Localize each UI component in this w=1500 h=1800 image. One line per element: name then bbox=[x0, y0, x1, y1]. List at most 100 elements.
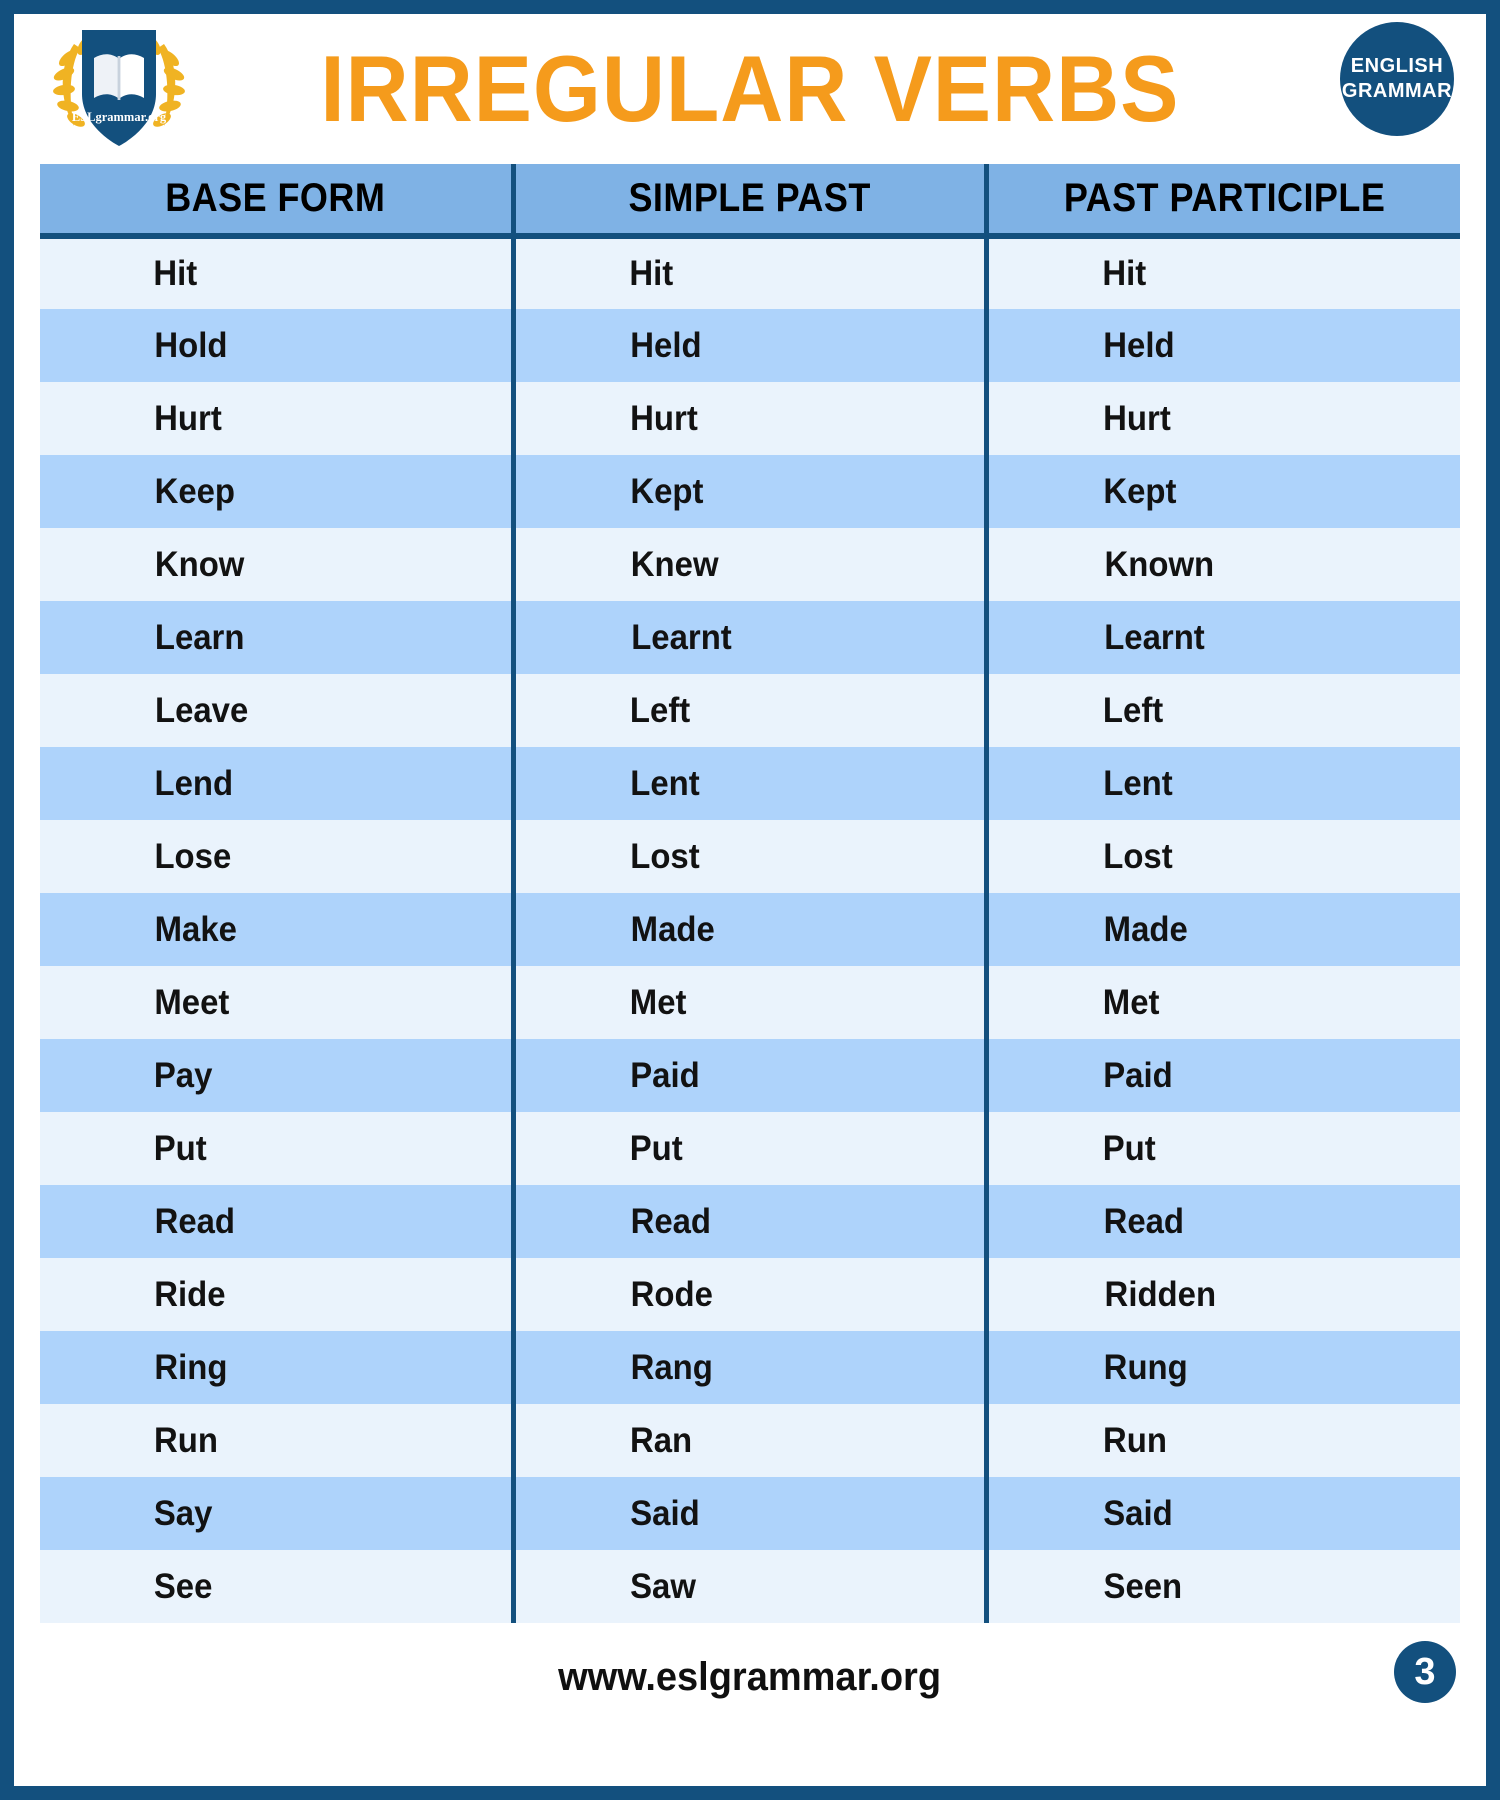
table-cell: Kept bbox=[510, 455, 987, 528]
table-cell: Hold bbox=[40, 309, 514, 382]
verb-text: Leave bbox=[154, 690, 249, 730]
table-row: Learn Learnt Learnt bbox=[40, 601, 1460, 674]
verb-text: Hit bbox=[153, 254, 198, 293]
table-cell: Ran bbox=[510, 1404, 987, 1477]
table-row: Pay Paid Paid bbox=[40, 1039, 1460, 1112]
verb-text: Learn bbox=[154, 617, 245, 657]
table-row: Read Read Read bbox=[40, 1185, 1460, 1258]
verb-text: Keep bbox=[154, 471, 236, 511]
table-cell: Ride bbox=[40, 1258, 514, 1331]
verb-text: Lent bbox=[630, 763, 700, 803]
table-cell: Learnt bbox=[510, 601, 987, 674]
table-cell: Know bbox=[40, 528, 514, 601]
table-cell: Ridden bbox=[984, 1258, 1460, 1331]
table-row: Hurt Hurt Hurt bbox=[40, 382, 1460, 455]
verb-text: Hit bbox=[629, 254, 674, 293]
table-cell: Meet bbox=[40, 966, 514, 1039]
table-cell: Saw bbox=[510, 1550, 987, 1623]
verb-text: Paid bbox=[630, 1055, 700, 1095]
verb-text: Hurt bbox=[629, 398, 698, 438]
table-cell: Read bbox=[510, 1185, 987, 1258]
verb-text: Known bbox=[1104, 544, 1215, 584]
table-cell: Known bbox=[984, 528, 1460, 601]
table-cell: Said bbox=[510, 1477, 987, 1550]
table-header: BASE FORM SIMPLE PAST PAST PARTICIPLE bbox=[40, 164, 1460, 239]
table-cell: Left bbox=[510, 674, 987, 747]
poster-inner: ESLgrammar.org IRREGULAR VERBS ENGLISH G… bbox=[14, 14, 1486, 1786]
column-header-simple-past: SIMPLE PAST bbox=[510, 164, 987, 239]
verb-text: Put bbox=[1102, 1128, 1156, 1168]
table-cell: Lend bbox=[40, 747, 514, 820]
table-cell: Hit bbox=[510, 236, 987, 309]
table-cell: Held bbox=[510, 309, 987, 382]
table-cell: Read bbox=[984, 1185, 1460, 1258]
table-cell: Seen bbox=[984, 1550, 1460, 1623]
verb-text: Seen bbox=[1103, 1566, 1183, 1606]
table-cell: Lent bbox=[510, 747, 987, 820]
table-header-row: BASE FORM SIMPLE PAST PAST PARTICIPLE bbox=[40, 164, 1460, 239]
table-cell: Keep bbox=[40, 455, 514, 528]
verb-text: Rode bbox=[630, 1274, 713, 1314]
verb-text: Said bbox=[1103, 1493, 1173, 1533]
verb-text: Rung bbox=[1103, 1347, 1188, 1387]
table-cell: Said bbox=[984, 1477, 1460, 1550]
table-cell: Lost bbox=[510, 820, 987, 893]
table-cell: See bbox=[40, 1550, 514, 1623]
table-row: See Saw Seen bbox=[40, 1550, 1460, 1623]
poster-footer: www.eslgrammar.org 3 bbox=[40, 1623, 1460, 1731]
table-cell: Rang bbox=[510, 1331, 987, 1404]
verb-text: Say bbox=[153, 1493, 213, 1533]
table-cell: Kept bbox=[984, 455, 1460, 528]
verb-text: Knew bbox=[630, 544, 719, 584]
verb-text: Read bbox=[1103, 1201, 1185, 1241]
verb-text: Read bbox=[630, 1201, 711, 1241]
verb-text: Learnt bbox=[1104, 617, 1205, 657]
verb-text: See bbox=[153, 1566, 213, 1606]
logo-svg: ESLgrammar.org bbox=[53, 30, 185, 146]
table-row: Ring Rang Rung bbox=[40, 1331, 1460, 1404]
verb-text: Left bbox=[629, 690, 691, 730]
footer-website-url[interactable]: www.eslgrammar.org bbox=[559, 1655, 942, 1700]
badge-line-2: GRAMMAR bbox=[1341, 80, 1453, 102]
table-cell: Hurt bbox=[510, 382, 987, 455]
table-row: Make Made Made bbox=[40, 893, 1460, 966]
verb-text: Made bbox=[1103, 909, 1188, 949]
table-cell: Say bbox=[40, 1477, 514, 1550]
verb-text: Said bbox=[630, 1493, 700, 1533]
table-cell: Lost bbox=[984, 820, 1460, 893]
table-cell: Rode bbox=[510, 1258, 987, 1331]
badge-line-1: ENGLISH bbox=[1350, 55, 1444, 77]
verb-text: Put bbox=[153, 1128, 207, 1168]
verb-text: Lose bbox=[154, 836, 232, 876]
table-cell: Read bbox=[40, 1185, 514, 1258]
verb-text: Read bbox=[154, 1201, 236, 1241]
table-cell: Met bbox=[510, 966, 987, 1039]
table-cell: Hit bbox=[984, 236, 1460, 309]
verb-text: Lost bbox=[630, 836, 700, 876]
verb-text: Saw bbox=[629, 1566, 696, 1606]
verb-text: Met bbox=[1102, 982, 1160, 1022]
verb-text: Met bbox=[629, 982, 687, 1022]
table-cell: Met bbox=[984, 966, 1460, 1039]
table-cell: Held bbox=[984, 309, 1460, 382]
table-row: Hold Held Held bbox=[40, 309, 1460, 382]
table-cell: Learn bbox=[40, 601, 514, 674]
verb-text: Hold bbox=[154, 325, 228, 365]
table-row: Say Said Said bbox=[40, 1477, 1460, 1550]
table-cell: Lent bbox=[984, 747, 1460, 820]
table-row: Meet Met Met bbox=[40, 966, 1460, 1039]
verb-text: Rang bbox=[630, 1347, 713, 1387]
page-number-badge: 3 bbox=[1394, 1641, 1456, 1703]
verb-text: Run bbox=[1103, 1420, 1168, 1460]
verb-text: Kept bbox=[630, 471, 704, 511]
verb-text: Run bbox=[154, 1420, 219, 1460]
verb-text: Hurt bbox=[1103, 398, 1171, 438]
verb-text: Meet bbox=[154, 982, 230, 1022]
table-cell: Leave bbox=[40, 674, 514, 747]
table-body: Hit Hit Hit Hold Held Held Hurt Hurt Hurt Keep Kep… bbox=[40, 236, 1460, 1623]
table-row: Ride Rode Ridden bbox=[40, 1258, 1460, 1331]
table-cell: Hurt bbox=[984, 382, 1460, 455]
table-row: Hit Hit Hit bbox=[40, 236, 1460, 309]
table-row: Leave Left Left bbox=[40, 674, 1460, 747]
page-title: IRREGULAR VERBS bbox=[320, 36, 1180, 141]
